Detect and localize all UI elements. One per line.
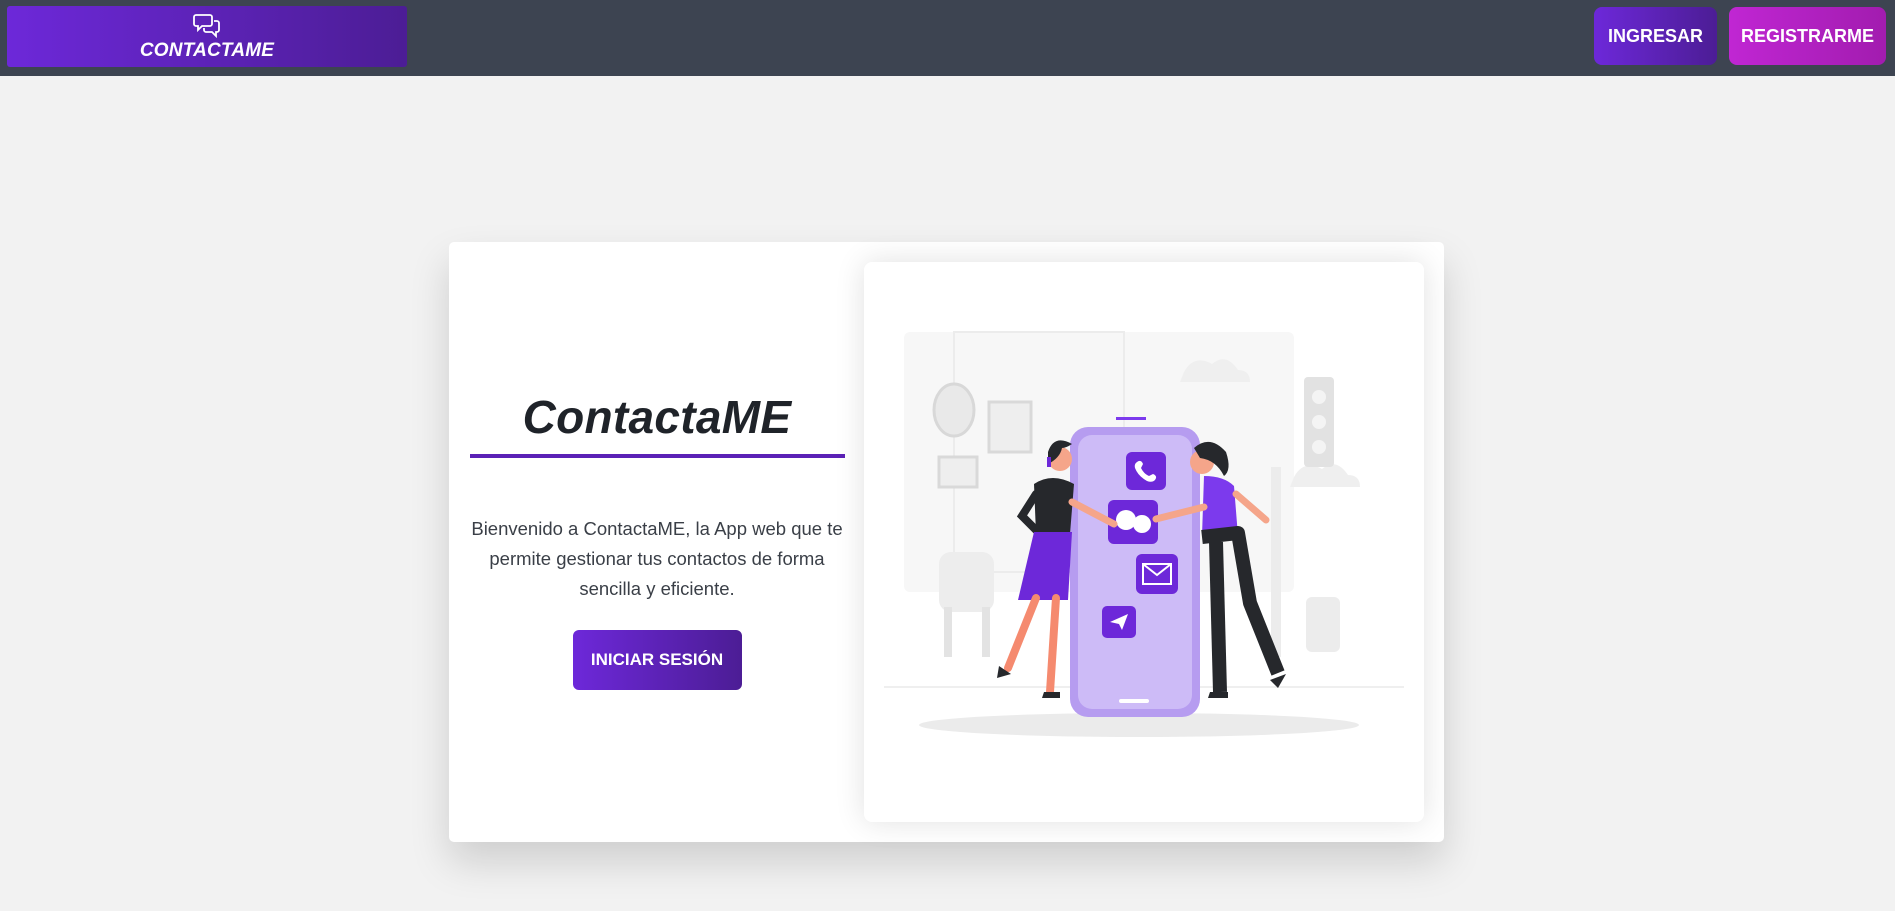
register-nav-button[interactable]: REGISTRARME bbox=[1729, 7, 1886, 65]
brand-label: CONTACTAME bbox=[139, 39, 275, 61]
wall-clock-decoration bbox=[932, 382, 976, 438]
hero-text-section: ContactaME Bienvenido a ContactaME, la A… bbox=[449, 242, 865, 842]
chat-bubbles-icon bbox=[193, 13, 220, 38]
title-underline-divider bbox=[469, 454, 845, 458]
brand-logo-link[interactable]: CONTACTAME bbox=[7, 6, 407, 67]
hero-illustration bbox=[864, 262, 1424, 822]
hero-description: Bienvenido a ContactaME, la App web que … bbox=[471, 518, 843, 599]
hero-card: ContactaME Bienvenido a ContactaME, la A… bbox=[449, 242, 1444, 842]
phone-icon bbox=[1126, 452, 1166, 490]
hero-title: ContactaME bbox=[522, 391, 792, 443]
login-nav-button[interactable]: INGRESAR bbox=[1594, 7, 1717, 65]
top-navbar: CONTACTAME INGRESAR REGISTRARME bbox=[0, 0, 1895, 76]
start-session-button[interactable]: INICIAR SESIÓN bbox=[572, 630, 742, 690]
hydrant-decoration bbox=[1306, 597, 1340, 652]
chair-decoration bbox=[939, 552, 994, 612]
picture-frame-decoration bbox=[987, 400, 1033, 454]
